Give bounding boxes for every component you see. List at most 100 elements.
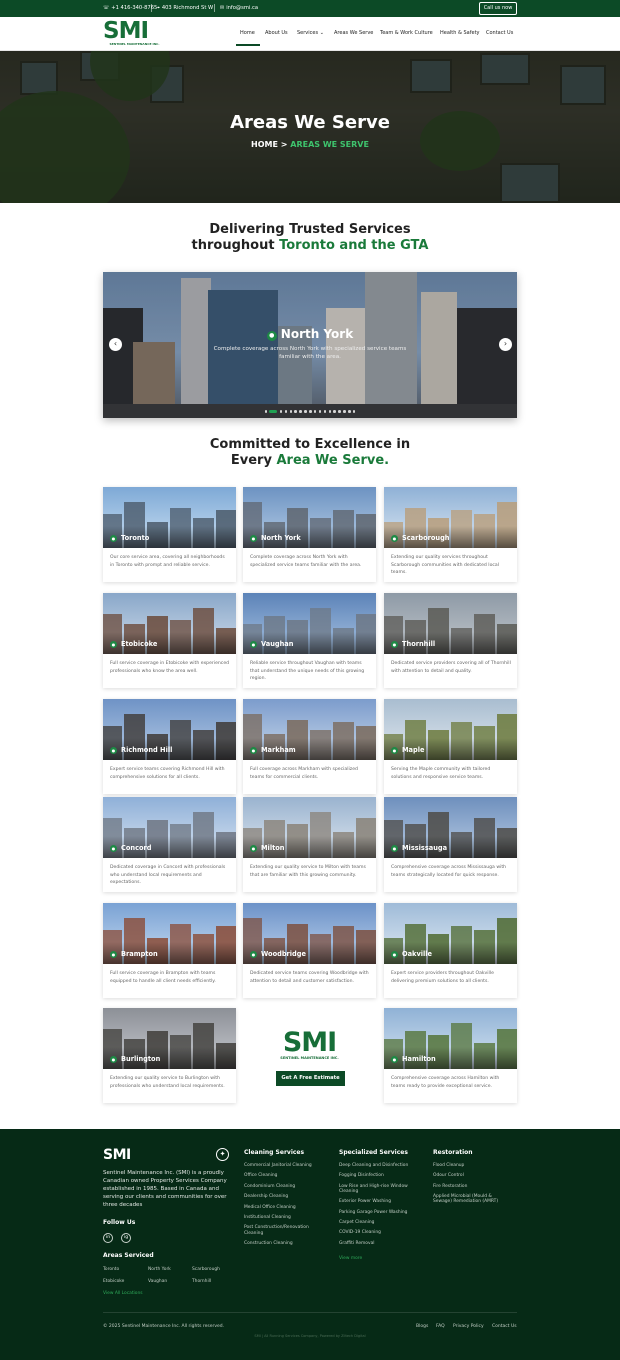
area-card-maple[interactable]: ● Maple Serving the Maple community with t… bbox=[384, 699, 517, 794]
area-card-scarborough[interactable]: ● Scarborough Extending our quality servic… bbox=[384, 487, 517, 582]
footer-service-link[interactable]: Condominium Cleaning bbox=[244, 1184, 322, 1189]
call-us-button[interactable]: Call us now bbox=[479, 2, 517, 15]
slider-next-button[interactable]: › bbox=[499, 338, 512, 351]
area-name: ● Burlington bbox=[110, 1055, 161, 1063]
slider-dot[interactable] bbox=[269, 410, 278, 413]
footer-service-link[interactable]: Applied Microbial (Mould & Sewage) Remed… bbox=[433, 1194, 511, 1204]
footer-service-link[interactable]: Fire Restoration bbox=[433, 1184, 511, 1189]
footer-service-link[interactable]: Post Construction/Renovation Cleaning bbox=[244, 1225, 322, 1235]
area-name: ● Thornhill bbox=[391, 640, 436, 648]
footer-link-blogs[interactable]: Blogs bbox=[416, 1324, 428, 1329]
footer-service-link[interactable]: Commercial Janitorial Cleaning bbox=[244, 1163, 322, 1168]
breadcrumb: HOME > AREAS WE SERVE bbox=[251, 140, 369, 149]
view-all-locations-link[interactable]: View All Locations bbox=[103, 1291, 143, 1296]
footer-area-link[interactable]: Toronto bbox=[103, 1267, 119, 1272]
footer-service-link[interactable]: Odour Control bbox=[433, 1173, 511, 1178]
area-name: ● Etobicoke bbox=[110, 640, 158, 648]
footer-service-link[interactable]: Office Cleaning bbox=[244, 1173, 322, 1178]
divider bbox=[214, 4, 215, 12]
footer-link-privacy[interactable]: Privacy Policy bbox=[453, 1324, 484, 1329]
area-name: ● Brampton bbox=[110, 950, 158, 958]
area-card-etobicoke[interactable]: ● Etobicoke Full service coverage in Etobi… bbox=[103, 593, 236, 688]
area-card-concord[interactable]: ● Concord Dedicated coverage in Concord wi… bbox=[103, 797, 236, 892]
slider-dot[interactable] bbox=[264, 410, 268, 413]
footer-area-link[interactable]: Thornhill bbox=[192, 1279, 211, 1284]
linkedin-icon[interactable]: in bbox=[103, 1233, 113, 1243]
slider-dot[interactable] bbox=[299, 410, 302, 413]
nav-home[interactable]: Home bbox=[240, 30, 255, 37]
slider-dot[interactable] bbox=[304, 410, 307, 413]
slider-dot[interactable] bbox=[289, 410, 293, 413]
view-more-link[interactable]: View more bbox=[339, 1256, 362, 1261]
area-card-richmond-hill[interactable]: ● Richmond Hill Expert service teams cover… bbox=[103, 699, 236, 794]
footer-service-link[interactable]: Dealership Cleaning bbox=[244, 1194, 322, 1199]
slider-prev-button[interactable]: ‹ bbox=[109, 338, 122, 351]
nav-services[interactable]: Services ⌄ bbox=[297, 30, 324, 37]
footer-service-link[interactable]: COVID-19 Cleaning bbox=[339, 1230, 417, 1235]
footer-service-link[interactable]: Fogging Disinfection bbox=[339, 1173, 417, 1178]
area-card-milton[interactable]: ● Milton Extending our quality service to … bbox=[243, 797, 376, 892]
slide-description: Complete coverage across North York with… bbox=[213, 346, 407, 360]
footer-service-link[interactable]: Exterior Power Washing bbox=[339, 1199, 417, 1204]
phone-link[interactable]: ☏ +1 416-340-8765 bbox=[103, 4, 157, 13]
area-description: Extending our quality service to Milton … bbox=[250, 865, 366, 878]
site-logo[interactable]: SMI SENTINEL MAINTENANCE INC. bbox=[103, 19, 166, 48]
area-card-markham[interactable]: ● Markham Full coverage across Markham wit… bbox=[243, 699, 376, 794]
free-estimate-button[interactable]: Get A Free Estimate bbox=[276, 1071, 345, 1086]
area-card-toronto[interactable]: ● Toronto Our core service area, covering … bbox=[103, 487, 236, 582]
footer-service-link[interactable]: Institutional Cleaning bbox=[244, 1215, 322, 1220]
nav-contact[interactable]: Contact Us bbox=[486, 30, 513, 37]
slider-dot[interactable] bbox=[338, 410, 341, 413]
footer-about: Sentinel Maintenance Inc. (SMI) is a pro… bbox=[103, 1170, 227, 1208]
nav-team[interactable]: Team & Work Culture bbox=[380, 30, 433, 37]
area-card-oakville[interactable]: ● Oakville Expert service providers throug… bbox=[384, 903, 517, 998]
slider-dot[interactable] bbox=[348, 410, 351, 413]
area-card-hamilton[interactable]: ● Hamilton Comprehensive coverage across H… bbox=[384, 1008, 517, 1103]
footer-link-faq[interactable]: FAQ bbox=[436, 1324, 445, 1329]
slider-dot[interactable] bbox=[323, 410, 327, 413]
footer-area-link[interactable]: Scarborough bbox=[192, 1267, 220, 1272]
slider-dot[interactable] bbox=[313, 410, 317, 413]
footer-service-link[interactable]: Deep Cleaning and Disinfection bbox=[339, 1163, 417, 1168]
area-card-mississauga[interactable]: ● Mississauga Comprehensive coverage acros… bbox=[384, 797, 517, 892]
footer-service-link[interactable]: Low Rise and High-rise Window Cleaning bbox=[339, 1184, 417, 1194]
area-card-north-york[interactable]: ● North York Complete coverage across Nort… bbox=[243, 487, 376, 582]
footer-area-link[interactable]: Etobicoke bbox=[103, 1279, 124, 1284]
area-slider[interactable]: ● North York Complete coverage across Nor… bbox=[103, 272, 517, 418]
slider-dot[interactable] bbox=[352, 410, 356, 413]
slider-dot[interactable] bbox=[343, 410, 346, 413]
nav-health-safety[interactable]: Health & Safety bbox=[440, 30, 480, 37]
nav-areas[interactable]: Areas We Serve bbox=[334, 30, 373, 37]
email-link[interactable]: ✉ info@smi.ca bbox=[220, 4, 258, 13]
nav-about[interactable]: About Us bbox=[265, 30, 288, 37]
slider-dot[interactable] bbox=[333, 410, 336, 413]
breadcrumb-home[interactable]: HOME bbox=[251, 140, 278, 149]
footer-service-link[interactable]: Parking Garage Power Washing bbox=[339, 1210, 417, 1215]
footer-logo[interactable]: SMI bbox=[103, 1148, 131, 1162]
area-card-burlington[interactable]: ● Burlington Extending our quality service… bbox=[103, 1008, 236, 1103]
area-name: ● Richmond Hill bbox=[110, 746, 173, 754]
area-description: Extending our quality services throughou… bbox=[391, 555, 500, 576]
area-card-woodbridge[interactable]: ● Woodbridge Dedicated service teams cover… bbox=[243, 903, 376, 998]
address-link[interactable]: ⌖ 403 Richmond St W bbox=[157, 4, 213, 13]
footer-link-contact[interactable]: Contact Us bbox=[492, 1324, 517, 1329]
location-pin-icon: ⌖ bbox=[157, 5, 160, 11]
area-card-vaughan[interactable]: ● Vaughan Reliable service throughout Vaug… bbox=[243, 593, 376, 688]
footer-area-link[interactable]: Vaughan bbox=[148, 1279, 167, 1284]
slider-dot[interactable] bbox=[284, 410, 288, 413]
footer-service-link[interactable]: Construction Cleaning bbox=[244, 1241, 322, 1246]
footer-service-link[interactable]: Medical Office Cleaning bbox=[244, 1205, 322, 1210]
footer-area-link[interactable]: North York bbox=[148, 1267, 171, 1272]
area-card-brampton[interactable]: ● Brampton Full service coverage in Brampt… bbox=[103, 903, 236, 998]
area-card-thornhill[interactable]: ● Thornhill Dedicated service providers co… bbox=[384, 593, 517, 688]
footer-service-link[interactable]: Graffiti Removal bbox=[339, 1241, 417, 1246]
slider-dot[interactable] bbox=[279, 410, 283, 413]
slider-dot[interactable] bbox=[309, 410, 312, 413]
footer-service-link[interactable]: Carpet Cleaning bbox=[339, 1220, 417, 1225]
area-name: ● Maple bbox=[391, 746, 425, 754]
instagram-icon[interactable]: ig bbox=[121, 1233, 131, 1243]
footer-service-link[interactable]: Flood Cleanup bbox=[433, 1163, 511, 1168]
slider-dot[interactable] bbox=[318, 410, 322, 413]
slider-dot[interactable] bbox=[328, 410, 332, 413]
slider-dot[interactable] bbox=[294, 410, 297, 413]
